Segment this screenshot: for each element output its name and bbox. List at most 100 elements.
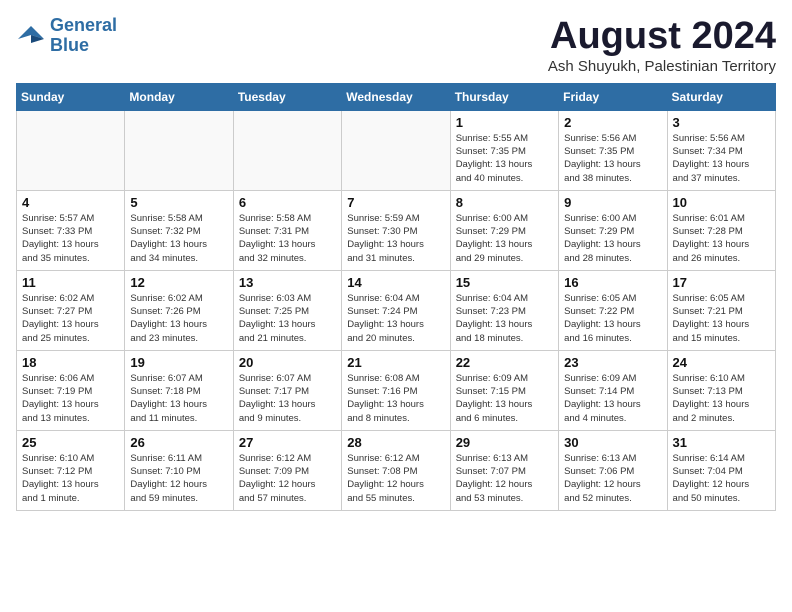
calendar-week-1: 1Sunrise: 5:55 AM Sunset: 7:35 PM Daylig…: [17, 110, 776, 190]
calendar-cell: 30 Sunrise: 6:13 AM Sunset: 7:06 PM Dayli…: [559, 430, 667, 510]
day-number: 6: [239, 195, 336, 210]
day-number: 26: [130, 435, 227, 450]
weekday-header-tuesday: Tuesday: [233, 83, 341, 110]
calendar-cell: 5 Sunrise: 5:58 AM Sunset: 7:32 PM Daylig…: [125, 190, 233, 270]
day-info: Sunrise: 6:03 AM Sunset: 7:25 PM Dayligh…: [239, 292, 336, 345]
day-info: Sunrise: 6:09 AM Sunset: 7:15 PM Dayligh…: [456, 372, 553, 425]
calendar-cell: 26 Sunrise: 6:11 AM Sunset: 7:10 PM Dayli…: [125, 430, 233, 510]
day-info: Sunrise: 5:56 AM Sunset: 7:35 PM Dayligh…: [564, 132, 661, 185]
logo-icon: [16, 21, 46, 51]
day-number: 25: [22, 435, 119, 450]
day-number: 17: [673, 275, 770, 290]
calendar-cell: 12 Sunrise: 6:02 AM Sunset: 7:26 PM Dayli…: [125, 270, 233, 350]
calendar-cell: 23Sunrise: 6:09 AM Sunset: 7:14 PM Dayli…: [559, 350, 667, 430]
calendar-cell: 21Sunrise: 6:08 AM Sunset: 7:16 PM Dayli…: [342, 350, 450, 430]
weekday-header-friday: Friday: [559, 83, 667, 110]
calendar-cell: 17 Sunrise: 6:05 AM Sunset: 7:21 PM Dayli…: [667, 270, 775, 350]
page-header: General Blue August 2024 Ash Shuyukh, Pa…: [16, 16, 776, 75]
day-number: 27: [239, 435, 336, 450]
calendar-cell: 9 Sunrise: 6:00 AM Sunset: 7:29 PM Daylig…: [559, 190, 667, 270]
day-info: Sunrise: 6:12 AM Sunset: 7:09 PM Dayligh…: [239, 452, 336, 505]
calendar-week-2: 4 Sunrise: 5:57 AM Sunset: 7:33 PM Daylig…: [17, 190, 776, 270]
logo-text: General Blue: [50, 16, 117, 56]
day-info: Sunrise: 5:58 AM Sunset: 7:32 PM Dayligh…: [130, 212, 227, 265]
calendar-cell: 10 Sunrise: 6:01 AM Sunset: 7:28 PM Dayli…: [667, 190, 775, 270]
weekday-header-saturday: Saturday: [667, 83, 775, 110]
day-info: Sunrise: 6:01 AM Sunset: 7:28 PM Dayligh…: [673, 212, 770, 265]
day-info: Sunrise: 6:04 AM Sunset: 7:23 PM Dayligh…: [456, 292, 553, 345]
day-number: 4: [22, 195, 119, 210]
day-number: 23: [564, 355, 661, 370]
calendar-cell: 7 Sunrise: 5:59 AM Sunset: 7:30 PM Daylig…: [342, 190, 450, 270]
day-number: 29: [456, 435, 553, 450]
day-number: 1: [456, 115, 553, 130]
day-info: Sunrise: 5:57 AM Sunset: 7:33 PM Dayligh…: [22, 212, 119, 265]
logo: General Blue: [16, 16, 117, 56]
day-info: Sunrise: 6:07 AM Sunset: 7:18 PM Dayligh…: [130, 372, 227, 425]
calendar-week-4: 18 Sunrise: 6:06 AM Sunset: 7:19 PM Dayli…: [17, 350, 776, 430]
day-info: Sunrise: 6:02 AM Sunset: 7:26 PM Dayligh…: [130, 292, 227, 345]
day-info: Sunrise: 5:58 AM Sunset: 7:31 PM Dayligh…: [239, 212, 336, 265]
calendar-table: SundayMondayTuesdayWednesdayThursdayFrid…: [16, 83, 776, 511]
day-number: 10: [673, 195, 770, 210]
calendar-cell: [233, 110, 341, 190]
day-info: Sunrise: 6:00 AM Sunset: 7:29 PM Dayligh…: [456, 212, 553, 265]
day-info: Sunrise: 6:04 AM Sunset: 7:24 PM Dayligh…: [347, 292, 444, 345]
day-info: Sunrise: 6:05 AM Sunset: 7:21 PM Dayligh…: [673, 292, 770, 345]
day-info: Sunrise: 5:59 AM Sunset: 7:30 PM Dayligh…: [347, 212, 444, 265]
calendar-cell: 13 Sunrise: 6:03 AM Sunset: 7:25 PM Dayli…: [233, 270, 341, 350]
day-number: 7: [347, 195, 444, 210]
day-number: 12: [130, 275, 227, 290]
day-info: Sunrise: 6:14 AM Sunset: 7:04 PM Dayligh…: [673, 452, 770, 505]
weekday-header-wednesday: Wednesday: [342, 83, 450, 110]
calendar-cell: 18 Sunrise: 6:06 AM Sunset: 7:19 PM Dayli…: [17, 350, 125, 430]
day-info: Sunrise: 6:07 AM Sunset: 7:17 PM Dayligh…: [239, 372, 336, 425]
calendar-week-5: 25 Sunrise: 6:10 AM Sunset: 7:12 PM Dayli…: [17, 430, 776, 510]
day-info: Sunrise: 6:10 AM Sunset: 7:13 PM Dayligh…: [673, 372, 770, 425]
calendar-cell: 28 Sunrise: 6:12 AM Sunset: 7:08 PM Dayli…: [342, 430, 450, 510]
day-number: 8: [456, 195, 553, 210]
day-number: 20: [239, 355, 336, 370]
day-number: 28: [347, 435, 444, 450]
day-info: Sunrise: 6:05 AM Sunset: 7:22 PM Dayligh…: [564, 292, 661, 345]
calendar-cell: 11 Sunrise: 6:02 AM Sunset: 7:27 PM Dayli…: [17, 270, 125, 350]
calendar-cell: [125, 110, 233, 190]
day-info: Sunrise: 6:00 AM Sunset: 7:29 PM Dayligh…: [564, 212, 661, 265]
calendar-cell: 25 Sunrise: 6:10 AM Sunset: 7:12 PM Dayli…: [17, 430, 125, 510]
location-text: Ash Shuyukh, Palestinian Territory: [548, 58, 776, 75]
weekday-header-thursday: Thursday: [450, 83, 558, 110]
calendar-cell: 2 Sunrise: 5:56 AM Sunset: 7:35 PM Daylig…: [559, 110, 667, 190]
calendar-cell: 14Sunrise: 6:04 AM Sunset: 7:24 PM Dayli…: [342, 270, 450, 350]
calendar-cell: 27 Sunrise: 6:12 AM Sunset: 7:09 PM Dayli…: [233, 430, 341, 510]
day-info: Sunrise: 6:12 AM Sunset: 7:08 PM Dayligh…: [347, 452, 444, 505]
calendar-week-3: 11 Sunrise: 6:02 AM Sunset: 7:27 PM Dayli…: [17, 270, 776, 350]
day-number: 2: [564, 115, 661, 130]
day-number: 11: [22, 275, 119, 290]
day-number: 30: [564, 435, 661, 450]
calendar-cell: 31Sunrise: 6:14 AM Sunset: 7:04 PM Dayli…: [667, 430, 775, 510]
calendar-cell: 19 Sunrise: 6:07 AM Sunset: 7:18 PM Dayli…: [125, 350, 233, 430]
day-number: 18: [22, 355, 119, 370]
day-number: 19: [130, 355, 227, 370]
day-number: 15: [456, 275, 553, 290]
calendar-cell: 3Sunrise: 5:56 AM Sunset: 7:34 PM Daylig…: [667, 110, 775, 190]
day-info: Sunrise: 6:11 AM Sunset: 7:10 PM Dayligh…: [130, 452, 227, 505]
day-number: 24: [673, 355, 770, 370]
day-number: 5: [130, 195, 227, 210]
day-number: 16: [564, 275, 661, 290]
day-info: Sunrise: 6:06 AM Sunset: 7:19 PM Dayligh…: [22, 372, 119, 425]
title-block: August 2024 Ash Shuyukh, Palestinian Ter…: [548, 16, 776, 75]
calendar-cell: 6 Sunrise: 5:58 AM Sunset: 7:31 PM Daylig…: [233, 190, 341, 270]
calendar-cell: 24 Sunrise: 6:10 AM Sunset: 7:13 PM Dayli…: [667, 350, 775, 430]
calendar-cell: 8 Sunrise: 6:00 AM Sunset: 7:29 PM Daylig…: [450, 190, 558, 270]
day-number: 9: [564, 195, 661, 210]
day-info: Sunrise: 6:10 AM Sunset: 7:12 PM Dayligh…: [22, 452, 119, 505]
day-number: 13: [239, 275, 336, 290]
calendar-cell: 16 Sunrise: 6:05 AM Sunset: 7:22 PM Dayli…: [559, 270, 667, 350]
day-info: Sunrise: 6:02 AM Sunset: 7:27 PM Dayligh…: [22, 292, 119, 345]
day-info: Sunrise: 6:13 AM Sunset: 7:06 PM Dayligh…: [564, 452, 661, 505]
day-number: 22: [456, 355, 553, 370]
calendar-cell: 15 Sunrise: 6:04 AM Sunset: 7:23 PM Dayli…: [450, 270, 558, 350]
weekday-header-row: SundayMondayTuesdayWednesdayThursdayFrid…: [17, 83, 776, 110]
day-number: 3: [673, 115, 770, 130]
